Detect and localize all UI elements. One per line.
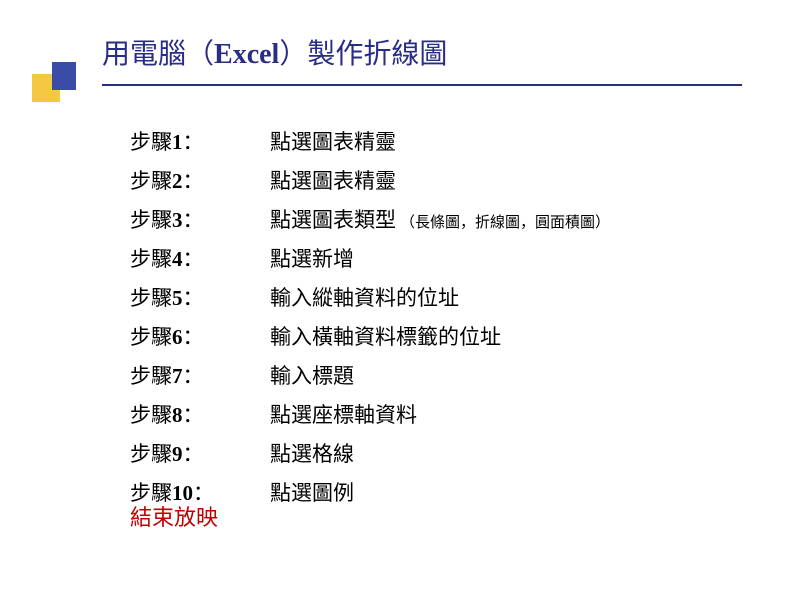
step-row: 步驟1： 點選圖表精靈 bbox=[130, 126, 610, 156]
step-text: 輸入縱軸資料的位址 bbox=[270, 282, 459, 312]
step-label: 步驟5： bbox=[130, 282, 270, 312]
step-label: 步驟8： bbox=[130, 399, 270, 429]
step-label: 步驟3： bbox=[130, 204, 270, 234]
step-label: 步驟4： bbox=[130, 243, 270, 273]
step-text: 點選圖表精靈 bbox=[270, 165, 396, 195]
step-row: 步驟6： 輸入橫軸資料標籤的位址 bbox=[130, 321, 610, 351]
step-text: 點選格線 bbox=[270, 438, 354, 468]
step-row: 步驟7： 輸入標題 bbox=[130, 360, 610, 390]
title-underline bbox=[102, 84, 742, 86]
step-text: 輸入橫軸資料標籤的位址 bbox=[270, 321, 501, 351]
title-excel: Excel bbox=[214, 39, 279, 70]
end-slideshow-link[interactable]: 結束放映 bbox=[130, 500, 218, 532]
step-label: 步驟6： bbox=[130, 321, 270, 351]
step-text: 點選圖例 bbox=[270, 477, 354, 507]
step-row: 步驟8： 點選座標軸資料 bbox=[130, 399, 610, 429]
title-block: 用電腦（Excel）製作折線圖 bbox=[102, 32, 760, 86]
step-label: 步驟1： bbox=[130, 126, 270, 156]
step-label: 步驟2： bbox=[130, 165, 270, 195]
step-text: 點選圖表類型 bbox=[270, 204, 396, 234]
step-row: 步驟9： 點選格線 bbox=[130, 438, 610, 468]
step-note: （長條圖，折線圖，圓面積圖） bbox=[400, 211, 610, 232]
steps-list: 步驟1： 點選圖表精靈 步驟2： 點選圖表精靈 步驟3： 點選圖表類型 （長條圖… bbox=[130, 126, 610, 516]
step-row: 步驟3： 點選圖表類型 （長條圖，折線圖，圓面積圖） bbox=[130, 204, 610, 234]
step-label: 步驟7： bbox=[130, 360, 270, 390]
slide-title: 用電腦（Excel）製作折線圖 bbox=[102, 32, 760, 82]
step-row: 步驟2： 點選圖表精靈 bbox=[130, 165, 610, 195]
slide-decoration bbox=[32, 62, 76, 102]
step-row: 步驟4： 點選新增 bbox=[130, 243, 610, 273]
title-suffix: ）製作折線圖 bbox=[279, 39, 447, 70]
step-label: 步驟9： bbox=[130, 438, 270, 468]
title-prefix: 用電腦（ bbox=[102, 39, 214, 70]
step-text: 輸入標題 bbox=[270, 360, 354, 390]
step-text: 點選新增 bbox=[270, 243, 354, 273]
deco-blue-square bbox=[52, 62, 76, 90]
step-text: 點選圖表精靈 bbox=[270, 126, 396, 156]
step-row: 步驟5： 輸入縱軸資料的位址 bbox=[130, 282, 610, 312]
step-text: 點選座標軸資料 bbox=[270, 399, 417, 429]
